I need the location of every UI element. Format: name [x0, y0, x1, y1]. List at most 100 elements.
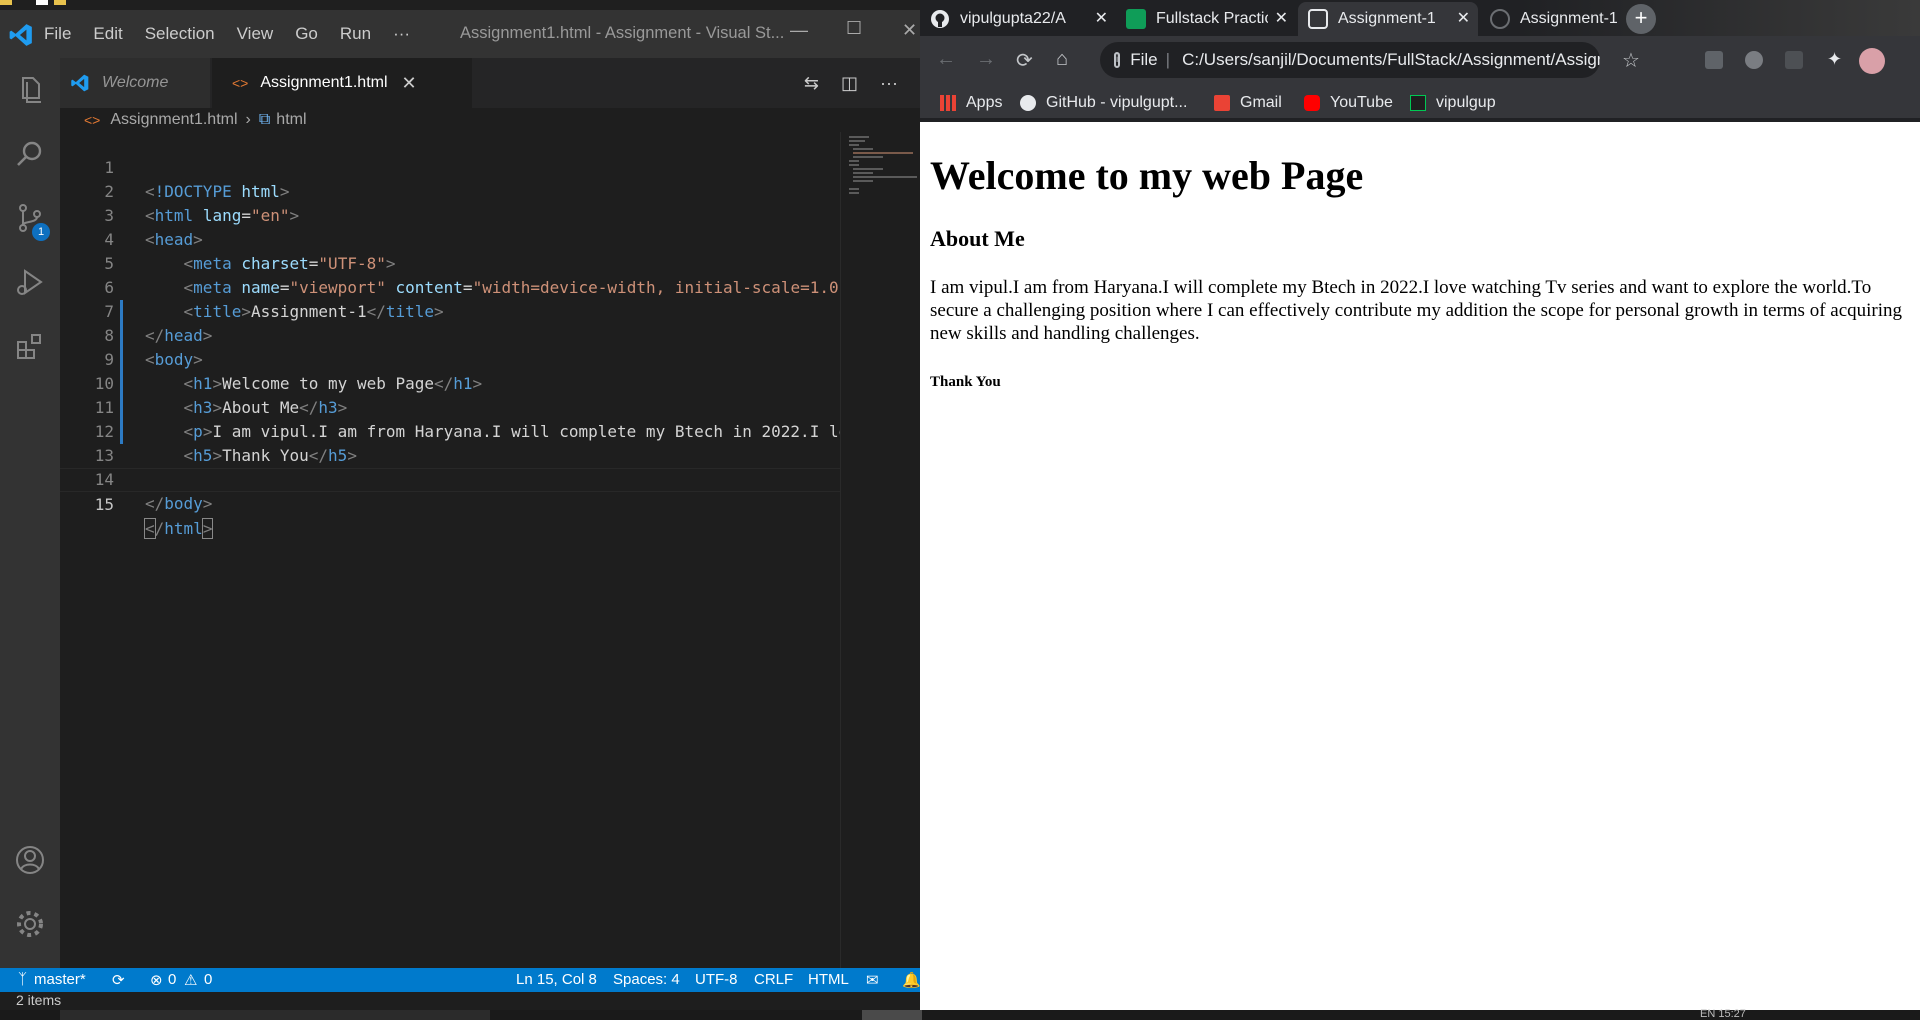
home-icon[interactable]: ⌂ [1056, 48, 1068, 71]
more-actions-icon[interactable]: ··· [880, 73, 898, 94]
chrome-tab-assignment-active[interactable]: Assignment-1 ✕ [1298, 2, 1478, 36]
explorer-status-strip: 2 items [0, 992, 920, 1010]
forward-arrow-icon[interactable]: → [976, 48, 996, 71]
extension-icon[interactable] [1745, 51, 1763, 69]
back-arrow-icon[interactable]: ← [936, 48, 956, 71]
editor-tab-bar: Welcome <> Assignment1.html ✕ ⇆ ◫ ··· [60, 58, 920, 108]
close-window-icon[interactable]: ✕ [902, 20, 917, 41]
taskbar-item[interactable] [862, 1010, 922, 1020]
tab-welcome[interactable]: Welcome [60, 58, 210, 108]
bookmark-gmail[interactable]: Gmail [1214, 94, 1282, 112]
extensions-icon[interactable] [14, 330, 46, 362]
chrome-tab-strip: vipulgupta22/A ✕ Fullstack Practic ✕ Ass… [920, 0, 1920, 36]
bookmark-apps[interactable]: Apps [940, 94, 1002, 112]
vscode-window-title: Assignment1.html - Assignment - Visual S… [460, 24, 785, 42]
file-icon [36, 0, 48, 5]
menu-edit[interactable]: Edit [93, 24, 122, 44]
notifications-icon[interactable]: 🔔 [902, 971, 920, 989]
feedback-icon[interactable]: ✉ [866, 971, 879, 989]
gmail-icon [1214, 95, 1230, 111]
code-line: 7 </head> [60, 276, 840, 345]
reload-icon[interactable]: ⟳ [1016, 48, 1033, 73]
new-tab-button[interactable]: + [1626, 4, 1656, 34]
tab-assignment1-html[interactable]: <> Assignment1.html ✕ [212, 58, 472, 108]
code-line: 4 <meta charset="UTF-8"> [60, 204, 840, 273]
vscode-menu-bar: File Edit Selection View Go Run ··· [44, 10, 432, 58]
close-tab-icon[interactable]: ✕ [1457, 8, 1470, 28]
settings-gear-icon[interactable] [14, 908, 46, 940]
code-line: 2 <html lang="en"> [60, 156, 840, 225]
code-editor[interactable]: 1 <!DOCTYPE html> 2 <html lang="en"> 3 <… [60, 132, 840, 968]
errors-count[interactable]: 0 [168, 971, 176, 988]
maximize-icon[interactable]: ☐ [846, 18, 862, 39]
menu-view[interactable]: View [237, 24, 274, 44]
chrome-tab-github[interactable]: vipulgupta22/A ✕ [920, 2, 1116, 36]
git-branch-icon: ᛉ [18, 971, 28, 988]
code-token: body [164, 494, 203, 513]
info-icon[interactable]: i [1114, 52, 1121, 68]
vscode-window: File Edit Selection View Go Run ··· Assi… [0, 10, 920, 1010]
search-icon[interactable] [14, 138, 46, 170]
code-line: 12 <h5>Thank You</h5> [60, 396, 840, 465]
warnings-count[interactable]: 0 [204, 971, 212, 988]
bookmark-github[interactable]: GitHub - vipulgupt... [1020, 94, 1187, 112]
run-debug-icon[interactable] [14, 266, 46, 298]
explorer-icon[interactable] [14, 74, 46, 106]
code-line-current: 15 </html> [60, 468, 840, 539]
errors-icon[interactable]: ⊗ [150, 971, 163, 989]
bookmark-label: Apps [966, 94, 1003, 111]
vscode-logo-icon [71, 74, 89, 92]
close-tab-icon[interactable]: ✕ [1095, 8, 1108, 28]
close-tab-icon[interactable]: ✕ [402, 73, 417, 94]
menu-go[interactable]: Go [295, 24, 318, 44]
breadcrumb-symbol[interactable]: html [276, 111, 306, 129]
taskbar: EN 15:27 [0, 1008, 1920, 1020]
code-line: 3 <head> [60, 180, 840, 249]
html-file-icon: <> [232, 75, 249, 91]
split-editor-icon[interactable]: ◫ [841, 73, 858, 94]
end-of-line[interactable]: CRLF [754, 971, 793, 988]
bookmark-star-icon[interactable]: ☆ [1622, 48, 1640, 73]
taskbar-item[interactable] [60, 1010, 490, 1020]
profile-avatar[interactable] [1859, 48, 1885, 74]
minimize-icon[interactable]: — [790, 20, 808, 41]
web-page-content: Welcome to my web Page About Me I am vip… [920, 126, 1920, 1010]
menu-run[interactable]: Run [340, 24, 371, 44]
breadcrumb: <> Assignment1.html › ⧉ html [60, 108, 920, 132]
encoding[interactable]: UTF-8 [695, 971, 738, 988]
close-tab-icon[interactable]: ✕ [1275, 8, 1288, 28]
apps-grid-icon [940, 95, 956, 111]
address-bar[interactable]: i File | C:/Users/sanjil/Documents/FullS… [1100, 42, 1600, 78]
indentation[interactable]: Spaces: 4 [613, 971, 680, 988]
menu-file[interactable]: File [44, 24, 71, 44]
page-subheading: About Me [930, 226, 1025, 251]
extensions-puzzle-icon[interactable]: ✦ [1827, 49, 1842, 70]
page-footer-heading: Thank You [930, 374, 1001, 390]
menu-more[interactable]: ··· [393, 24, 410, 44]
breadcrumb-file[interactable]: Assignment1.html [110, 111, 237, 129]
tab-welcome-label: Welcome [102, 74, 169, 91]
folder-icon [54, 0, 66, 5]
chrome-tab-fullstack[interactable]: Fullstack Practic ✕ [1116, 2, 1296, 36]
minimap[interactable] [840, 132, 920, 968]
open-changes-icon[interactable]: ⇆ [804, 73, 819, 94]
hackerrank-icon [1410, 95, 1426, 111]
sync-icon[interactable]: ⟳ [112, 971, 125, 989]
accounts-icon[interactable] [14, 844, 46, 876]
extension-icon[interactable] [1705, 51, 1723, 69]
code-line: 10 <h3>About Me</h3> [60, 348, 840, 417]
chrome-tab-label: Assignment-1 [1338, 10, 1436, 27]
language-mode[interactable]: HTML [808, 971, 849, 988]
taskbar-clock: EN 15:27 [1700, 1008, 1746, 1020]
page-paragraph: I am vipul.I am from Haryana.I will comp… [930, 277, 1903, 344]
bookmark-youtube[interactable]: YouTube [1304, 94, 1393, 112]
bookmark-vipulgup[interactable]: vipulgup [1410, 94, 1496, 112]
cursor-position[interactable]: Ln 15, Col 8 [516, 971, 597, 988]
menu-selection[interactable]: Selection [145, 24, 215, 44]
pdf-extension-icon[interactable] [1785, 51, 1803, 69]
warnings-icon[interactable]: ⚠ [184, 971, 197, 989]
chrome-window: vipulgupta22/A ✕ Fullstack Practic ✕ Ass… [920, 0, 1920, 1010]
branch-status[interactable]: master* [34, 971, 86, 988]
github-icon [1020, 95, 1036, 111]
chrome-tab-label: Fullstack Practic [1156, 10, 1268, 27]
